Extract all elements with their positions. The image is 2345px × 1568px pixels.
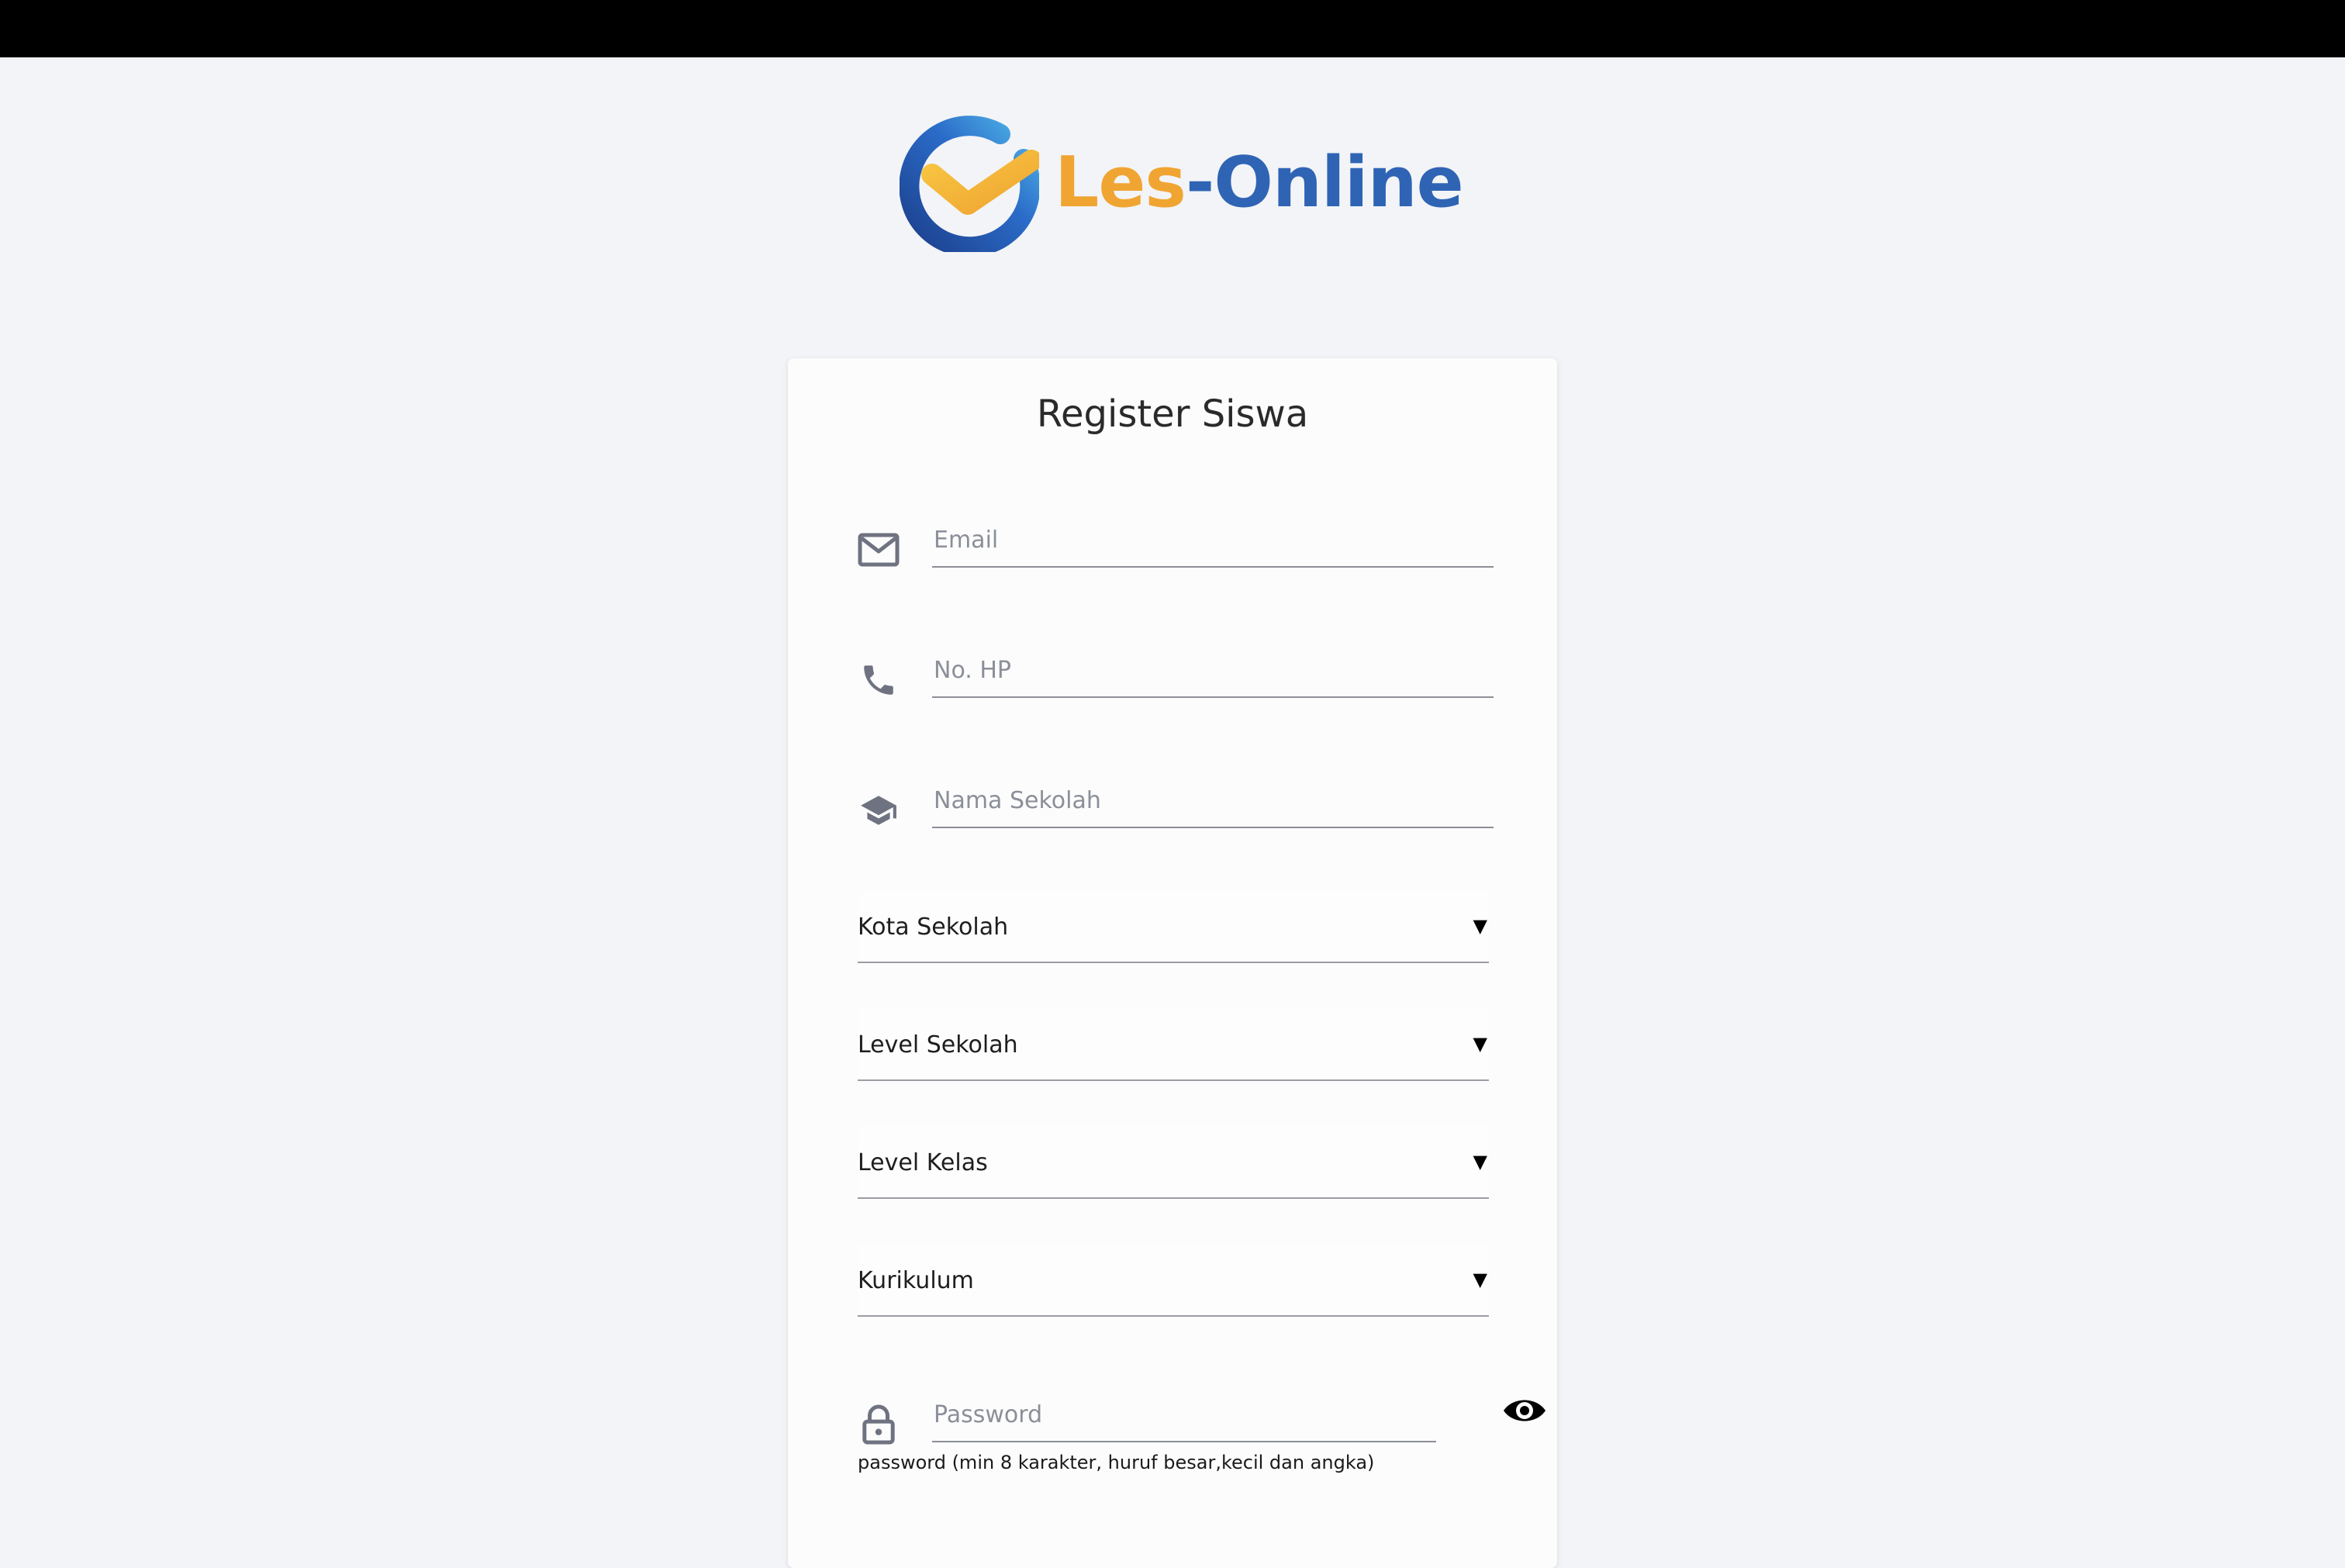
chevron-down-icon: ▼ (1473, 1151, 1487, 1173)
mail-icon (858, 529, 900, 571)
eye-icon[interactable] (1501, 1391, 1548, 1430)
chevron-down-icon: ▼ (1473, 1269, 1487, 1290)
logo-text-online: -Online (1185, 141, 1464, 223)
school-city-label: Kota Sekolah (858, 914, 1009, 941)
logo-text-les: Les (1055, 141, 1186, 223)
lock-icon (858, 1404, 900, 1445)
logo-check-icon (900, 116, 1039, 252)
password-input[interactable] (932, 1388, 1436, 1442)
phone-input[interactable] (932, 644, 1494, 698)
password-field-group (858, 1380, 1545, 1458)
logo-wordmark: Les-Online (1055, 141, 1464, 223)
school-name-field-group (858, 766, 1494, 844)
phone-icon (858, 659, 900, 701)
browser-top-bar (0, 0, 2345, 57)
phone-field-group (858, 636, 1494, 713)
register-card: Register Siswa Kota Sekolah ▼ (788, 358, 1557, 1568)
school-level-label: Level Sekolah (858, 1031, 1018, 1059)
school-name-input[interactable] (932, 774, 1494, 828)
school-level-select[interactable]: Level Sekolah ▼ (858, 1008, 1489, 1081)
class-level-label: Level Kelas (858, 1149, 988, 1176)
les-online-logo: Les-Online (900, 112, 1464, 252)
email-field-group (858, 506, 1494, 583)
email-input[interactable] (932, 513, 1494, 568)
chevron-down-icon: ▼ (1473, 1033, 1487, 1055)
chevron-down-icon: ▼ (1473, 915, 1487, 937)
page-title: Register Siswa (1036, 392, 1309, 436)
graduation-cap-icon (858, 789, 900, 831)
password-hint: password (min 8 karakter, huruf besar,ke… (858, 1452, 1375, 1473)
curriculum-select[interactable]: Kurikulum ▼ (858, 1244, 1489, 1317)
curriculum-label: Kurikulum (858, 1267, 974, 1294)
class-level-select[interactable]: Level Kelas ▼ (858, 1126, 1489, 1199)
school-city-select[interactable]: Kota Sekolah ▼ (858, 890, 1489, 963)
